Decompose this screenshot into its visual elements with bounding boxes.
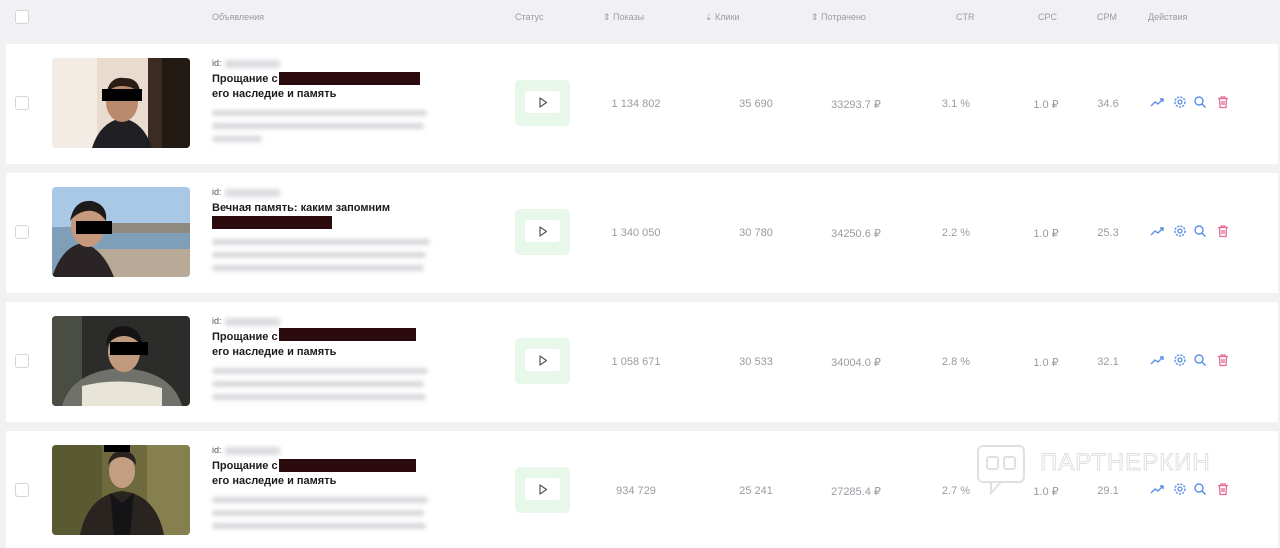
ad-thumbnail[interactable] bbox=[52, 316, 190, 406]
ad-description bbox=[212, 239, 430, 278]
status-badge bbox=[515, 467, 570, 513]
play-button[interactable] bbox=[525, 478, 560, 500]
clicks-value: 30 780 bbox=[739, 227, 773, 239]
search-icon[interactable] bbox=[1192, 352, 1208, 368]
trending-icon[interactable] bbox=[1149, 352, 1165, 368]
cpc-value: 1.0 ₽ bbox=[1033, 228, 1059, 240]
col-actions: Действия bbox=[1148, 12, 1188, 22]
spent-value: 33293.7 ₽ bbox=[831, 99, 881, 111]
cpm-value: 25.3 bbox=[1097, 227, 1119, 239]
col-cpc[interactable]: CPC bbox=[1038, 12, 1057, 22]
table-row: id: Вечная память: каким запомним 1 340 … bbox=[6, 173, 1278, 293]
shows-value: 1 134 802 bbox=[611, 98, 661, 110]
trash-icon[interactable] bbox=[1215, 223, 1231, 239]
redaction-bar bbox=[279, 459, 416, 472]
watermark-logo-icon bbox=[977, 445, 1025, 495]
redaction-bar bbox=[279, 72, 420, 85]
clicks-value: 30 533 bbox=[739, 356, 773, 368]
col-shows[interactable]: ⇕ Показы bbox=[603, 12, 644, 23]
col-cpm[interactable]: CPM bbox=[1097, 12, 1117, 22]
search-icon[interactable] bbox=[1192, 94, 1208, 110]
play-icon bbox=[538, 354, 547, 366]
trending-icon[interactable] bbox=[1149, 94, 1165, 110]
ad-thumbnail[interactable] bbox=[52, 445, 190, 535]
shows-value: 934 729 bbox=[616, 485, 656, 497]
watermark-text: ПАРТНЕРКИН bbox=[1040, 449, 1211, 477]
col-status[interactable]: Статус bbox=[515, 12, 543, 22]
col-spent[interactable]: ⇕ Потрачено bbox=[811, 12, 866, 23]
cpc-value: 1.0 ₽ bbox=[1033, 357, 1059, 369]
status-badge bbox=[515, 209, 570, 255]
status-badge bbox=[515, 80, 570, 126]
row-checkbox[interactable] bbox=[15, 354, 29, 368]
redaction-bar bbox=[279, 328, 416, 341]
sort-icon: ⇕ bbox=[603, 12, 614, 22]
trash-icon[interactable] bbox=[1215, 94, 1231, 110]
row-actions bbox=[1149, 223, 1239, 241]
gear-icon[interactable] bbox=[1172, 94, 1188, 110]
cpm-value: 34.6 bbox=[1097, 98, 1119, 110]
search-icon[interactable] bbox=[1192, 223, 1208, 239]
col-ads[interactable]: Объявления bbox=[212, 12, 264, 22]
cpc-value: 1.0 ₽ bbox=[1033, 99, 1059, 111]
row-checkbox[interactable] bbox=[15, 225, 29, 239]
play-button[interactable] bbox=[525, 91, 560, 113]
shows-value: 1 058 671 bbox=[611, 356, 661, 368]
play-icon bbox=[538, 96, 547, 108]
col-clicks[interactable]: ⇣ Клики bbox=[705, 12, 740, 23]
sort-desc-icon: ⇣ bbox=[705, 12, 716, 22]
play-button[interactable] bbox=[525, 349, 560, 371]
ad-thumbnail[interactable] bbox=[52, 187, 190, 277]
row-checkbox[interactable] bbox=[15, 96, 29, 110]
spent-value: 34004.0 ₽ bbox=[831, 357, 881, 369]
ctr-value: 3.1 % bbox=[941, 98, 971, 110]
ad-title[interactable]: Вечная память: каким запомним bbox=[212, 201, 427, 216]
gear-icon[interactable] bbox=[1172, 223, 1188, 239]
spent-value: 27285.4 ₽ bbox=[831, 486, 881, 498]
redaction-bar bbox=[212, 216, 332, 229]
ctr-value: 2.2 % bbox=[941, 227, 971, 239]
status-badge bbox=[515, 338, 570, 384]
row-actions bbox=[1149, 352, 1239, 370]
shows-value: 1 340 050 bbox=[611, 227, 661, 239]
play-icon bbox=[538, 483, 547, 495]
clicks-value: 35 690 bbox=[739, 98, 773, 110]
ad-id: id: bbox=[212, 316, 280, 326]
play-icon bbox=[538, 225, 547, 237]
ad-description bbox=[212, 497, 430, 536]
ad-thumbnail[interactable] bbox=[52, 58, 190, 148]
ad-id: id: bbox=[212, 58, 280, 68]
trash-icon[interactable] bbox=[1215, 352, 1231, 368]
col-ctr[interactable]: CTR bbox=[956, 12, 975, 22]
ctr-value: 2.8 % bbox=[941, 356, 971, 368]
table-row: id: Прощание с его наследие и память 1 0… bbox=[6, 302, 1278, 422]
ad-description bbox=[212, 110, 430, 149]
spent-value: 34250.6 ₽ bbox=[831, 228, 881, 240]
clicks-value: 25 241 bbox=[739, 485, 773, 497]
row-checkbox[interactable] bbox=[15, 483, 29, 497]
watermark: ПАРТНЕРКИН bbox=[975, 441, 1255, 497]
trending-icon[interactable] bbox=[1149, 223, 1165, 239]
ad-id: id: bbox=[212, 445, 280, 455]
select-all-checkbox[interactable] bbox=[15, 10, 29, 24]
table-row: id: Прощание с его наследие и память 1 1… bbox=[6, 44, 1278, 164]
sort-icon: ⇕ bbox=[811, 12, 822, 22]
cpm-value: 32.1 bbox=[1097, 356, 1119, 368]
ad-description bbox=[212, 368, 430, 407]
ad-id: id: bbox=[212, 187, 280, 197]
table-header: Объявления Статус ⇕ Показы ⇣ Клики ⇕ Пот… bbox=[0, 0, 1280, 36]
gear-icon[interactable] bbox=[1172, 352, 1188, 368]
play-button[interactable] bbox=[525, 220, 560, 242]
row-actions bbox=[1149, 94, 1239, 112]
